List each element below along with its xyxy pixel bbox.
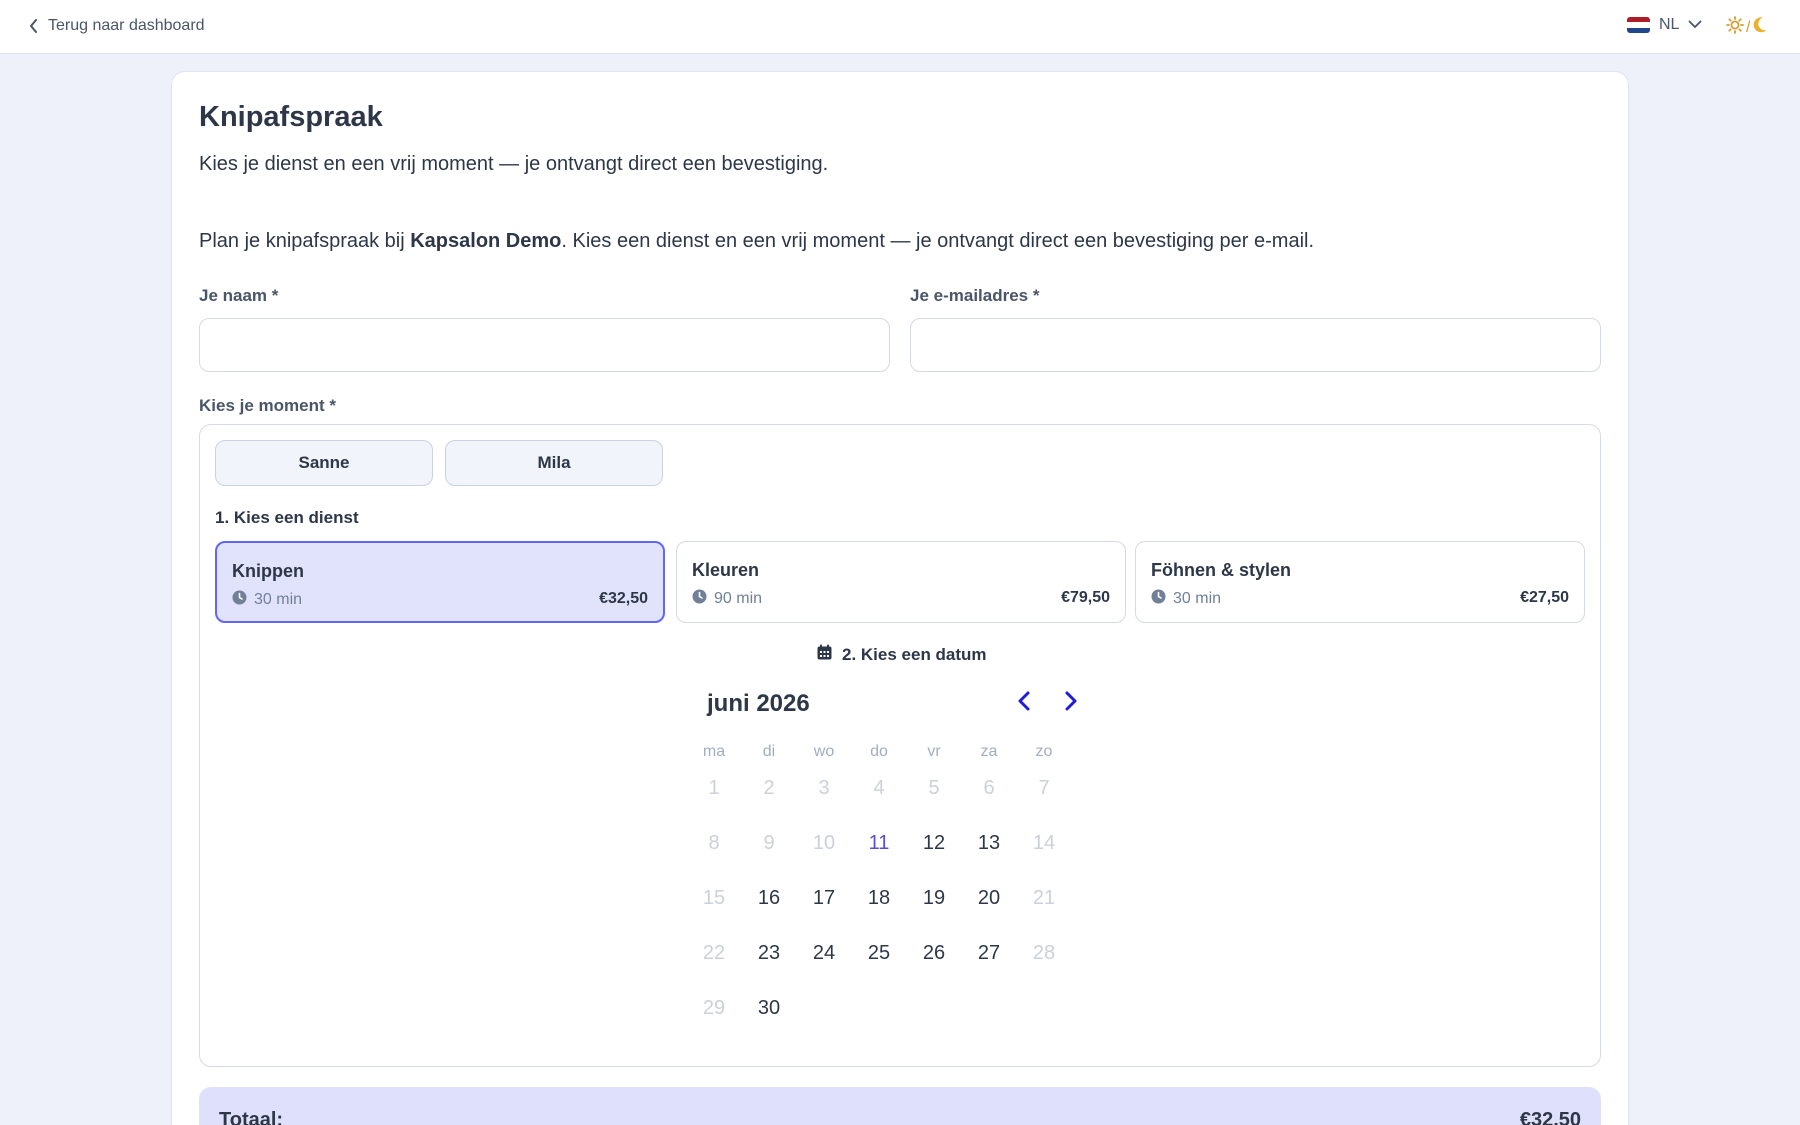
moon-icon [1752,16,1768,39]
weekday-header: ma [702,743,726,760]
calendar-day[interactable]: 24 [804,942,844,965]
netherlands-flag-icon [1627,17,1650,33]
salon-name: Kapsalon Demo [410,230,562,252]
prev-month-button[interactable] [1011,690,1037,716]
intro-after: . Kies een dienst en een vrij moment — j… [561,230,1315,252]
language-code: NL [1659,16,1680,33]
total-value: €32,50 [1519,1109,1581,1125]
service-duration-row: 30 min [1151,589,1221,609]
service-duration-row: 90 min [692,589,762,609]
service-card-fohnen-stylen[interactable]: Föhnen & stylen 30 min €27,50 [1135,541,1585,623]
service-duration: 30 min [1173,590,1222,607]
chevron-left-icon [1018,691,1030,716]
calendar-day[interactable]: 17 [804,887,844,910]
calendar-day: 9 [763,832,775,854]
calendar-day: 28 [1032,942,1056,964]
calendar-day[interactable]: 27 [969,942,1009,965]
calendar-day[interactable]: 16 [749,887,789,910]
weekday-header: di [762,743,776,760]
weekday-header: do [870,743,888,760]
calendar-day[interactable]: 13 [969,832,1009,855]
date-step-label-row: 2. Kies een datum [817,644,987,665]
calendar-day[interactable]: 19 [914,887,954,910]
service-card-knippen[interactable]: Knippen 30 min €32,50 [215,541,665,623]
calendar-month-title: juni 2026 [707,690,810,717]
next-month-button[interactable] [1058,690,1084,716]
page-title: Knipafspraak [199,101,383,133]
calendar-day: 21 [1032,887,1056,909]
clock-icon [232,590,247,610]
weekday-header: za [980,743,998,760]
name-input[interactable] [199,318,890,372]
name-label: Je naam * [199,286,279,305]
back-label: Terug naar dashboard [48,17,205,34]
total-label: Totaal: [219,1109,284,1125]
chevron-right-icon [1065,691,1077,716]
email-label: Je e-mailadres * [910,286,1040,305]
calendar-day[interactable]: 26 [914,942,954,965]
service-price: €79,50 [1061,589,1110,606]
language-selector[interactable]: NL [1627,16,1702,34]
chevron-left-icon [29,19,38,33]
page-subtitle: Kies je dienst en een vrij moment — je o… [199,153,829,175]
calendar-day[interactable]: 25 [859,942,899,965]
calendar-day[interactable]: 23 [749,942,789,965]
service-card-kleuren[interactable]: Kleuren 90 min €79,50 [676,541,1126,623]
service-name: Föhnen & stylen [1151,560,1292,580]
clock-icon [1151,589,1166,609]
calendar-day: 15 [702,887,726,909]
weekday-header: vr [927,743,941,760]
calendar-day: 14 [1032,832,1056,854]
top-bar: Terug naar dashboard NL / [0,0,1800,54]
calendar-day[interactable]: 18 [859,887,899,910]
theme-toggle[interactable]: / [1726,16,1768,39]
calendar-day-today[interactable]: 11 [859,832,899,855]
calendar-day: 7 [1038,777,1050,799]
intro-text: Plan je knipafspraak bij Kapsalon Demo. … [199,230,1314,253]
calendar-day[interactable]: 20 [969,887,1009,910]
intro-before: Plan je knipafspraak bij [199,230,411,252]
weekday-header: wo [813,743,835,760]
calendar-day: 2 [763,777,775,799]
service-step-label: 1. Kies een dienst [215,508,359,527]
date-step-label: 2. Kies een datum [842,644,987,664]
back-to-dashboard-link[interactable]: Terug naar dashboard [29,17,205,35]
staff-button-mila[interactable]: Mila [445,440,663,486]
chevron-down-icon [1688,16,1702,34]
service-duration: 30 min [254,591,303,608]
sun-icon [1726,16,1744,39]
theme-separator: / [1746,18,1751,36]
email-input[interactable] [910,318,1601,372]
calendar-day: 6 [983,777,995,799]
calendar-icon [817,644,832,665]
staff-button-sanne[interactable]: Sanne [215,440,433,486]
moment-label: Kies je moment * [199,396,336,415]
calendar-day: 29 [702,997,726,1019]
service-name: Kleuren [692,560,760,580]
service-price: €27,50 [1520,589,1569,606]
service-name: Knippen [232,561,304,581]
calendar-day: 4 [873,777,885,799]
moment-panel [199,424,1601,1067]
clock-icon [692,589,707,609]
weekday-header: zo [1035,743,1053,760]
service-duration: 90 min [714,590,763,607]
service-price: €32,50 [599,590,648,607]
calendar-day[interactable]: 30 [749,997,789,1020]
calendar-day: 5 [928,777,940,799]
calendar-day: 22 [702,942,726,964]
calendar-day: 1 [708,777,720,799]
calendar-day: 3 [818,777,830,799]
calendar-day[interactable]: 12 [914,832,954,855]
calendar-day: 10 [812,832,836,854]
service-duration-row: 30 min [232,590,302,610]
calendar-day: 8 [708,832,720,854]
total-bar: Totaal: €32,50 [199,1087,1601,1125]
